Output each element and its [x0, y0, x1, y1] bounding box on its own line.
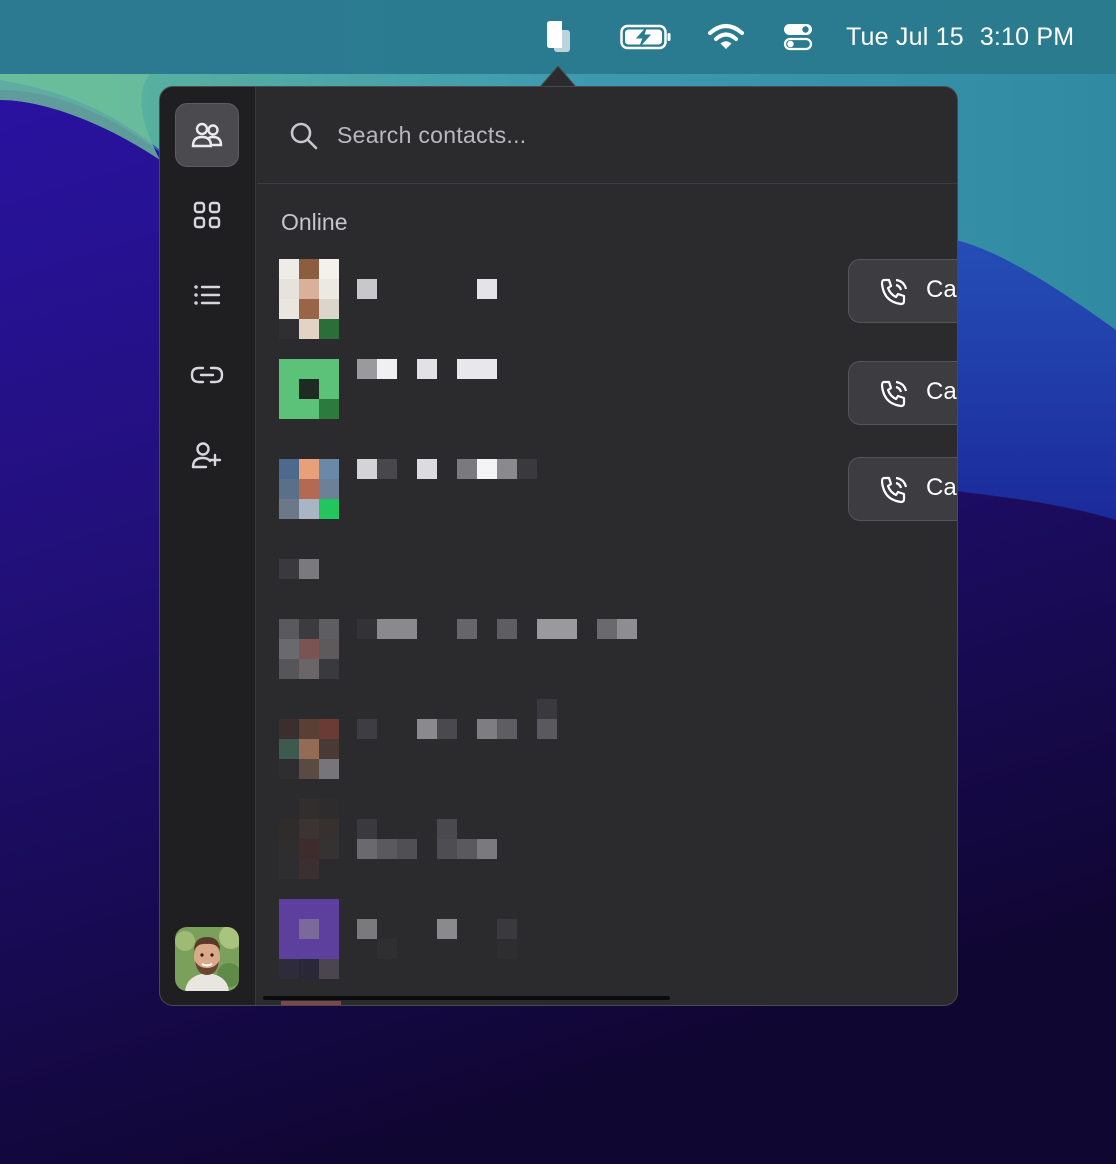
contact-row[interactable] [257, 799, 957, 879]
contact-name-redacted [357, 459, 537, 479]
contact-name-redacted [357, 819, 497, 859]
contact-row[interactable]: Call [257, 259, 957, 339]
contact-avatar [279, 459, 339, 519]
menu-bar: Tue Jul 15 3:10 PM [0, 0, 1116, 74]
search-bar [257, 87, 957, 184]
scroll-indicator[interactable] [263, 996, 670, 1000]
user-avatar[interactable] [175, 927, 239, 991]
section-label-redacted [279, 559, 319, 579]
contact-row[interactable] [257, 899, 957, 979]
grid-icon [193, 201, 221, 229]
people-icon [191, 122, 223, 148]
call-label: Call [926, 276, 957, 303]
search-icon [290, 122, 318, 150]
list-icon [194, 285, 221, 305]
section-label-online: Online [281, 209, 348, 235]
call-label: Call [926, 474, 957, 501]
wifi-icon[interactable] [702, 0, 750, 74]
contact-avatar [279, 799, 339, 879]
control-center-icon[interactable] [774, 0, 822, 74]
sidebar-item-links[interactable] [175, 343, 239, 407]
sidebar-item-list[interactable] [175, 263, 239, 327]
phone-icon [880, 476, 908, 504]
clock-time: 3:10 PM [979, 22, 1075, 51]
popover-arrow [540, 65, 576, 88]
add-user-icon [191, 442, 222, 469]
contact-name-redacted [357, 699, 557, 739]
call-button[interactable]: Call [848, 259, 957, 323]
sidebar-item-contacts[interactable] [175, 103, 239, 167]
contact-avatar [279, 619, 339, 679]
call-button[interactable]: Call [848, 457, 957, 521]
contact-avatar [279, 899, 339, 979]
contact-row[interactable]: Call [257, 359, 957, 439]
contacts-popover: Online Call [159, 86, 958, 1006]
phone-icon [880, 278, 908, 306]
menubar-clock[interactable]: Tue Jul 15 3:10 PM [846, 0, 1096, 74]
sidebar-item-apps[interactable] [175, 183, 239, 247]
contact-avatar [279, 259, 339, 339]
sidebar-item-add-user[interactable] [175, 423, 239, 487]
contact-avatar [279, 719, 339, 779]
app-menubar-icon[interactable] [536, 0, 580, 74]
search-input[interactable] [337, 115, 737, 155]
contact-name-redacted [357, 279, 497, 299]
sidebar-rail [160, 87, 256, 1005]
contact-avatar [279, 359, 339, 419]
contact-name-redacted [357, 359, 497, 379]
contact-row[interactable]: Call [257, 457, 957, 539]
call-label: Call [926, 378, 957, 405]
contact-name-redacted [357, 919, 517, 959]
battery-charging-icon[interactable] [616, 0, 676, 74]
phone-icon [880, 380, 908, 408]
clock-date: Tue Jul 15 [846, 22, 964, 51]
call-button[interactable]: Call [848, 361, 957, 425]
contact-row[interactable] [257, 699, 957, 799]
link-icon [190, 366, 224, 384]
contact-row[interactable] [257, 619, 957, 699]
contact-name-redacted [357, 619, 637, 639]
contact-avatar-partial [281, 1001, 341, 1005]
